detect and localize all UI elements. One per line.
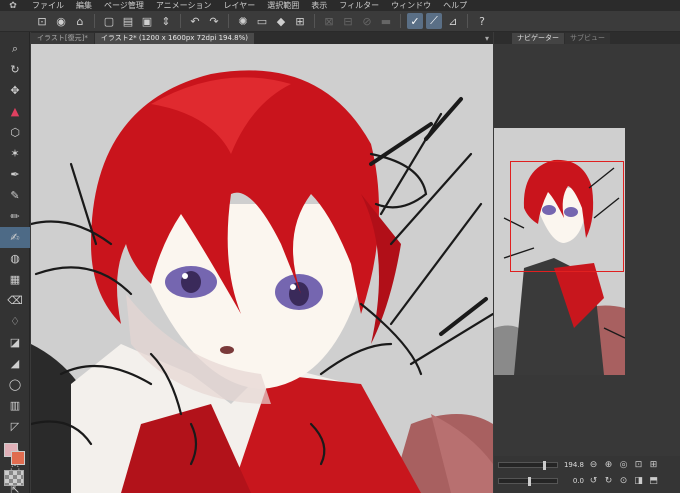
new-canvas-icon[interactable]: ⊡ bbox=[34, 13, 50, 29]
operation-icon[interactable]: ⬡ bbox=[0, 122, 30, 143]
auto-select-icon[interactable]: ▲ bbox=[0, 101, 30, 122]
zoom-out-icon[interactable]: ⊖ bbox=[588, 460, 599, 470]
snap-ruler-icon[interactable]: ✓ bbox=[407, 13, 423, 29]
panel-tabs: ナビゲーター サブビュー bbox=[494, 32, 680, 44]
flip-vertical-icon[interactable]: ⬒ bbox=[648, 476, 659, 486]
blend-icon[interactable]: ♢ bbox=[0, 311, 30, 332]
save-options-icon[interactable]: ⇕ bbox=[158, 13, 174, 29]
undo-icon[interactable]: ↶ bbox=[187, 13, 203, 29]
navigator-preview[interactable] bbox=[494, 128, 625, 375]
brush-icon[interactable]: ✍ bbox=[0, 227, 30, 248]
clear-icon[interactable]: ▭ bbox=[254, 13, 270, 29]
zoom-icon[interactable]: ⌕ bbox=[0, 38, 30, 59]
snap-grid-icon[interactable]: ⊿ bbox=[445, 13, 461, 29]
separator bbox=[467, 14, 468, 28]
airbrush-icon[interactable]: ◍ bbox=[0, 248, 30, 269]
separator bbox=[314, 14, 315, 28]
open-file-icon[interactable]: ▤ bbox=[120, 13, 136, 29]
menu-file[interactable]: ファイル bbox=[26, 0, 70, 11]
rotate-slider-row: 0.0 ↺ ↻ ⊙ ◨ ⬒ bbox=[498, 476, 659, 486]
reset-rotation-icon[interactable]: ⊙ bbox=[618, 476, 629, 486]
tab-illust2[interactable]: イラスト2* (1200 x 1600px 72dpi 194.8%) bbox=[94, 33, 255, 44]
tab-subview[interactable]: サブビュー bbox=[565, 33, 610, 44]
document-tabs: イラスト[復元]* イラスト2* (1200 x 1600px 72dpi 19… bbox=[31, 32, 493, 44]
clip-studio-icon[interactable]: ◉ bbox=[53, 13, 69, 29]
rotate-left-icon[interactable]: ↺ bbox=[588, 476, 599, 486]
zoom-in-icon[interactable]: ⊕ bbox=[603, 460, 614, 470]
separator bbox=[94, 14, 95, 28]
menu-edit[interactable]: 編集 bbox=[70, 0, 98, 11]
rotate-slider-knob[interactable] bbox=[528, 477, 531, 486]
deselect-icon[interactable]: ⊠ bbox=[321, 13, 337, 29]
menu-selection[interactable]: 選択範囲 bbox=[261, 0, 305, 11]
rotate-icon[interactable]: ↻ bbox=[0, 59, 30, 80]
separator bbox=[400, 14, 401, 28]
menu-bar: ✿ ファイル 編集 ページ管理 アニメーション レイヤー 選択範囲 表示 フィル… bbox=[0, 0, 680, 11]
tab-label: ナビゲーター bbox=[517, 34, 559, 42]
eyedropper-icon[interactable]: ✒ bbox=[0, 164, 30, 185]
zoom-slider-row: 194.8 ⊖ ⊕ ◎ ⊡ ⊞ bbox=[498, 460, 659, 470]
magic-wand-icon[interactable]: ✶ bbox=[0, 143, 30, 164]
rotate-slider[interactable] bbox=[498, 477, 558, 486]
separator bbox=[228, 14, 229, 28]
zoom-100-icon[interactable]: ◎ bbox=[618, 460, 629, 470]
artwork bbox=[31, 44, 493, 493]
menu-animation[interactable]: アニメーション bbox=[150, 0, 218, 11]
tool-palette: ⌕ ↻ ✥ ▲ ⬡ ✶ ✒ ✎ ✏ ✍ ◍ ▦ ⌫ ♢ ◪ ◢ ◯ ▥ ◸ A … bbox=[0, 32, 30, 493]
zoom-slider[interactable] bbox=[498, 461, 558, 470]
menu-page-management[interactable]: ページ管理 bbox=[98, 0, 150, 11]
save-icon[interactable]: ▣ bbox=[139, 13, 155, 29]
tab-illust-restored[interactable]: イラスト[復元]* bbox=[31, 33, 94, 44]
transform-icon[interactable]: ⊞ bbox=[292, 13, 308, 29]
menu-filter[interactable]: フィルター bbox=[333, 0, 385, 11]
navigator-panel: ナビゲーター サブビュー 194.8 ⊖ ⊕ ◎ ⊡ ⊞ 0.0 ↺ ↻ ⊙ ◨… bbox=[494, 32, 680, 493]
eraser-icon[interactable]: ⌫ bbox=[0, 290, 30, 311]
new-file-icon[interactable]: ▢ bbox=[101, 13, 117, 29]
tab-navigator[interactable]: ナビゲーター bbox=[512, 33, 564, 44]
tab-label: サブビュー bbox=[570, 34, 605, 42]
fit-navigator-icon[interactable]: ⊞ bbox=[648, 460, 659, 470]
snap-special-ruler-icon[interactable]: ⟋ bbox=[426, 13, 442, 29]
decoration-icon[interactable]: ▦ bbox=[0, 269, 30, 290]
help-icon[interactable]: ? bbox=[474, 13, 490, 29]
gradient-icon[interactable]: ◢ bbox=[0, 353, 30, 374]
ruler-icon[interactable]: ◸ bbox=[0, 416, 30, 437]
tab-label: イラスト[復元]* bbox=[37, 34, 88, 42]
transparent-color-swatch[interactable] bbox=[4, 470, 24, 486]
rotate-right-icon[interactable]: ↻ bbox=[603, 476, 614, 486]
zoom-value[interactable]: 194.8 bbox=[562, 461, 584, 469]
fit-icon[interactable]: ⊡ bbox=[633, 460, 644, 470]
fill-bucket-icon[interactable]: ◪ bbox=[0, 332, 30, 353]
menu-layer[interactable]: レイヤー bbox=[218, 0, 262, 11]
pen-icon[interactable]: ✎ bbox=[0, 185, 30, 206]
menu-view[interactable]: 表示 bbox=[305, 0, 333, 11]
paw-icon[interactable]: ✿ bbox=[0, 0, 26, 11]
crop-icon[interactable]: ⊘ bbox=[359, 13, 375, 29]
drawing-canvas[interactable] bbox=[31, 44, 493, 493]
clip-studio-assets-icon[interactable]: ⌂ bbox=[72, 13, 88, 29]
separator bbox=[180, 14, 181, 28]
move-icon[interactable]: ✥ bbox=[0, 80, 30, 101]
navigator-controls: 194.8 ⊖ ⊕ ◎ ⊡ ⊞ 0.0 ↺ ↻ ⊙ ◨ ⬒ bbox=[494, 456, 680, 493]
navigator-view-frame[interactable] bbox=[510, 161, 624, 272]
figure-icon[interactable]: ◯ bbox=[0, 374, 30, 395]
menu-help[interactable]: ヘルプ bbox=[437, 0, 473, 11]
menu-window[interactable]: ウィンドウ bbox=[385, 0, 437, 11]
tab-label: イラスト2* (1200 x 1600px 72dpi 194.8%) bbox=[100, 34, 249, 42]
frame-icon[interactable]: ▥ bbox=[0, 395, 30, 416]
show-selection-icon[interactable]: ▬ bbox=[378, 13, 394, 29]
tab-menu-icon[interactable]: ▾ bbox=[485, 33, 493, 44]
fill-icon[interactable]: ◆ bbox=[273, 13, 289, 29]
command-bar: ⊡ ◉ ⌂ ▢ ▤ ▣ ⇕ ↶ ↷ ✺ ▭ ◆ ⊞ ⊠ ⊟ ⊘ ▬ ✓ ⟋ ⊿ … bbox=[0, 11, 680, 32]
zoom-slider-knob[interactable] bbox=[543, 461, 546, 470]
pencil-icon[interactable]: ✏ bbox=[0, 206, 30, 227]
invert-selection-icon[interactable]: ⊟ bbox=[340, 13, 356, 29]
redo-icon[interactable]: ↷ bbox=[206, 13, 222, 29]
loading-icon[interactable]: ✺ bbox=[235, 13, 251, 29]
rotation-value[interactable]: 0.0 bbox=[562, 477, 584, 485]
flip-horizontal-icon[interactable]: ◨ bbox=[633, 476, 644, 486]
sub-color-swatch[interactable] bbox=[11, 451, 25, 465]
color-swatch[interactable] bbox=[4, 443, 26, 487]
